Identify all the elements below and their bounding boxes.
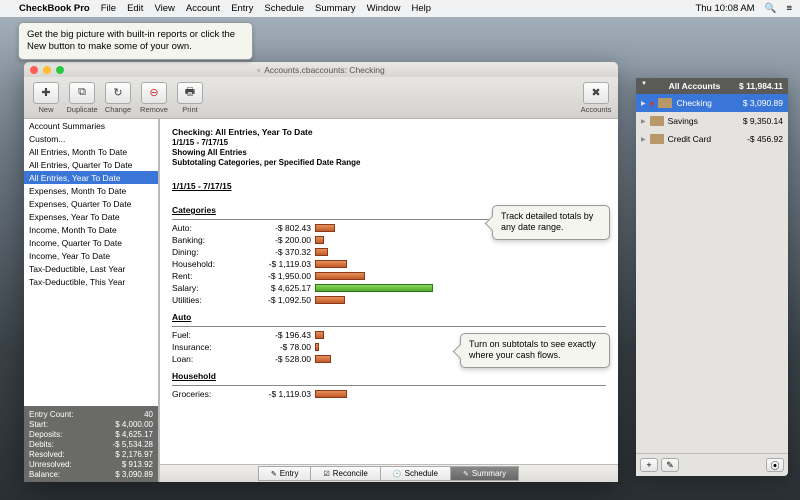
stat-row: Unresolved:$ 913.92 [29,459,153,469]
stat-row: Debits:-$ 5,534.28 [29,439,153,449]
menu-edit[interactable]: Edit [127,3,143,14]
minimize-icon[interactable] [43,66,51,74]
category-row: Salary:$ 4,625.17 [172,282,606,294]
account-row[interactable]: ▶Savings$ 9,350.14 [636,112,788,130]
remove-button[interactable]: ⊖Remove [138,82,170,114]
report-list-item[interactable]: Custom... [24,132,158,145]
tab-reconcile[interactable]: ☑Reconcile [310,466,380,481]
window-title: Accounts.cbaccounts: Checking [264,65,384,75]
duplicate-icon: ⧉ [69,82,95,104]
accounts-icon: ✖ [583,82,609,104]
stats-panel: Entry Count:40Start:$ 4,000.00Deposits:$… [24,406,158,482]
intro-tooltip: Get the big picture with built-in report… [18,22,253,60]
menu-entry[interactable]: Entry [231,3,253,14]
account-row[interactable]: ▶Credit Card-$ 456.92 [636,130,788,148]
category-row: Dining:-$ 370.32 [172,246,606,258]
tab-schedule[interactable]: 🕒Schedule [380,466,451,481]
section-range: 1/1/15 - 7/17/15 [172,181,232,191]
menu-summary[interactable]: Summary [315,3,356,14]
account-icon [658,98,672,108]
report-subtotaling: Subtotaling Categories, per Specified Da… [172,158,360,167]
report-showing: Showing All Entries [172,148,247,157]
category-row: Groceries:-$ 1,119.03 [172,388,606,400]
report-sidebar: Account SummariesCustom...All Entries, M… [24,119,159,482]
toolbar: ✚New ⧉Duplicate ↻Change ⊖Remove 🖶Print ✖… [24,77,618,119]
alert-icon: ● [650,99,655,108]
spotlight-icon[interactable]: 🔍 [765,3,777,14]
report-list-item[interactable]: All Entries, Year To Date [24,171,158,184]
drawer-header-label: All Accounts [669,81,721,91]
tab-summary[interactable]: ✎Summary [450,466,519,481]
accounts-button[interactable]: ✖Accounts [580,82,612,114]
report-list[interactable]: Account SummariesCustom...All Entries, M… [24,119,158,406]
zoom-icon[interactable] [56,66,64,74]
report-date-range: 1/1/15 - 7/17/15 [172,138,228,147]
report-heading: Checking: All Entries, Year To Date [172,127,313,137]
callout-date-range: Track detailed totals by any date range. [492,205,610,240]
stat-row: Resolved:$ 2,176.97 [29,449,153,459]
tab-entry[interactable]: ✎Entry [258,466,312,481]
clock: Thu 10:08 AM [695,3,754,14]
report-area: Checking: All Entries, Year To Date 1/1/… [159,119,618,482]
print-icon: 🖶 [177,82,203,104]
account-icon [650,116,664,126]
change-button[interactable]: ↻Change [102,82,134,114]
menu-account[interactable]: Account [186,3,220,14]
print-button[interactable]: 🖶Print [174,82,206,114]
report-list-item[interactable]: All Entries, Month To Date [24,145,158,158]
report-list-item[interactable]: Account Summaries [24,119,158,132]
add-account-button[interactable]: + [640,458,658,472]
stat-row: Entry Count:40 [29,409,153,419]
menu-extras-icon[interactable]: ≡ [786,3,792,14]
drawer-footer: + ✎ ⦿ [636,453,788,476]
drawer-settings-button[interactable]: ⦿ [766,458,784,472]
report-list-item[interactable]: Income, Quarter To Date [24,236,158,249]
report-list-item[interactable]: Income, Year To Date [24,249,158,262]
stat-row: Balance:$ 3,090.89 [29,469,153,479]
report-list-item[interactable]: Expenses, Month To Date [24,184,158,197]
menu-help[interactable]: Help [411,3,431,14]
menu-view[interactable]: View [154,3,174,14]
account-row[interactable]: ▶●Checking$ 3,090.89 [636,94,788,112]
menu-window[interactable]: Window [367,3,401,14]
report-list-item[interactable]: Tax-Deductible, Last Year [24,262,158,275]
bottom-tabs: ✎Entry☑Reconcile🕒Schedule✎Summary [160,464,618,482]
doc-icon: ▫ [257,65,260,75]
category-row: Rent:-$ 1,950.00 [172,270,606,282]
edit-account-button[interactable]: ✎ [661,458,679,472]
report-list-item[interactable]: Tax-Deductible, This Year [24,275,158,288]
account-icon [650,134,664,144]
menubar: CheckBook Pro File Edit View Account Ent… [0,0,800,17]
menu-file[interactable]: File [101,3,116,14]
auto-header: Auto [172,312,606,322]
report-list-item[interactable]: All Entries, Quarter To Date [24,158,158,171]
menu-schedule[interactable]: Schedule [264,3,304,14]
titlebar: ▫ Accounts.cbaccounts: Checking [24,62,618,77]
accounts-drawer: All Accounts $ 11,984.11 ▶●Checking$ 3,0… [636,78,788,476]
report-list-item[interactable]: Income, Month To Date [24,223,158,236]
report-list-item[interactable]: Expenses, Quarter To Date [24,197,158,210]
duplicate-button[interactable]: ⧉Duplicate [66,82,98,114]
new-icon: ✚ [33,82,59,104]
drawer-header[interactable]: All Accounts $ 11,984.11 [636,78,788,94]
close-icon[interactable] [30,66,38,74]
callout-subtotals: Turn on subtotals to see exactly where y… [460,333,610,368]
main-window: ▫ Accounts.cbaccounts: Checking ✚New ⧉Dup… [24,62,618,482]
remove-icon: ⊖ [141,82,167,104]
household-header: Household [172,371,606,381]
app-name[interactable]: CheckBook Pro [19,3,90,14]
stat-row: Start:$ 4,000.00 [29,419,153,429]
change-icon: ↻ [105,82,131,104]
new-button[interactable]: ✚New [30,82,62,114]
category-row: Household:-$ 1,119.03 [172,258,606,270]
report-list-item[interactable]: Expenses, Year To Date [24,210,158,223]
drawer-total: $ 11,984.11 [739,81,783,91]
stat-row: Deposits:$ 4,625.17 [29,429,153,439]
category-row: Utilities:-$ 1,092.50 [172,294,606,306]
